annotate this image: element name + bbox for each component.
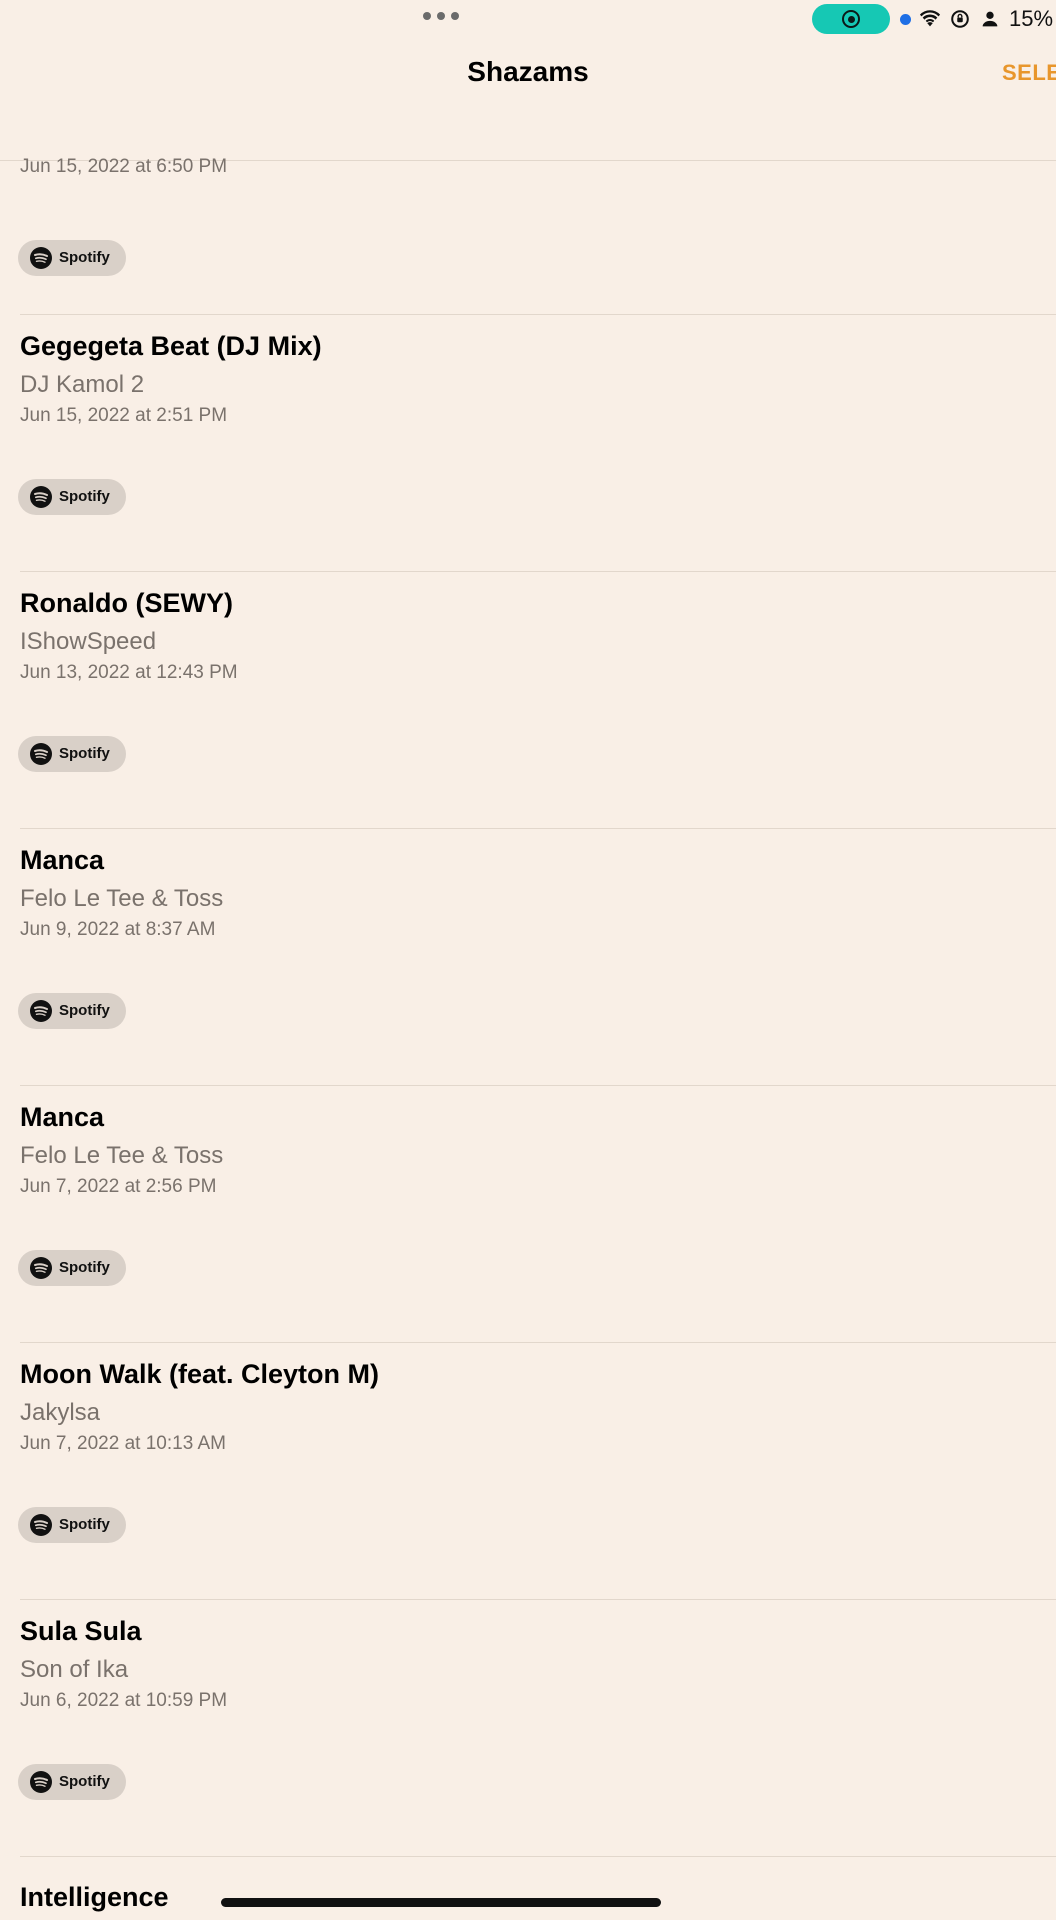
- song-title: Manca: [20, 1102, 105, 1132]
- artist-name: DJ Kamol 2: [20, 371, 145, 398]
- status-bar: 15%: [0, 0, 1056, 40]
- spotify-icon: [30, 743, 52, 765]
- list-item[interactable]: Sula Sula Son of Ika Jun 6, 2022 at 10:5…: [0, 1600, 1056, 1857]
- spotify-button[interactable]: Spotify: [18, 240, 126, 276]
- spotify-button[interactable]: Spotify: [18, 736, 126, 772]
- list-item[interactable]: Gegegeta Beat (DJ Mix) DJ Kamol 2 Jun 15…: [0, 315, 1056, 572]
- spotify-button[interactable]: Spotify: [18, 993, 126, 1029]
- item-date: Jun 9, 2022 at 8:37 AM: [20, 919, 216, 940]
- navigation-bar: Shazams SELE: [0, 44, 1056, 102]
- spotify-icon: [30, 1257, 52, 1279]
- song-title: Moon Walk (feat. Cleyton M): [20, 1359, 379, 1389]
- artist-name: Son of Ika: [20, 1656, 129, 1683]
- spotify-icon: [30, 1771, 52, 1793]
- page-title: Shazams: [467, 56, 589, 87]
- item-date: Jun 7, 2022 at 10:13 AM: [20, 1433, 226, 1454]
- item-date: Jun 15, 2022 at 2:51 PM: [20, 405, 228, 426]
- spotify-label: Spotify: [59, 1773, 110, 1790]
- list-item[interactable]: Manca Felo Le Tee & Toss Jun 9, 2022 at …: [0, 829, 1056, 1086]
- orientation-lock-icon: [951, 10, 969, 28]
- spotify-label: Spotify: [59, 1002, 110, 1019]
- home-indicator[interactable]: [221, 1898, 661, 1907]
- spotify-button[interactable]: Spotify: [18, 479, 126, 515]
- screen-record-indicator[interactable]: [812, 4, 890, 34]
- person-icon: [982, 11, 998, 27]
- spotify-label: Spotify: [59, 1259, 110, 1276]
- spotify-button[interactable]: Spotify: [18, 1250, 126, 1286]
- song-title: Gegegeta Beat (DJ Mix): [20, 331, 322, 361]
- row-divider: [20, 1856, 1056, 1857]
- song-title[interactable]: Intelligence: [20, 1882, 169, 1913]
- song-title: Manca: [20, 845, 105, 875]
- item-date: Jun 6, 2022 at 10:59 PM: [20, 1690, 228, 1711]
- list-item[interactable]: Jun 15, 2022 at 6:50 PM Spotify: [0, 151, 1056, 315]
- select-button[interactable]: SELE: [1002, 60, 1056, 86]
- spotify-label: Spotify: [59, 488, 110, 505]
- artist-name: Jakylsa: [20, 1399, 101, 1426]
- list-item[interactable]: Moon Walk (feat. Cleyton M) Jakylsa Jun …: [0, 1343, 1056, 1600]
- spotify-button[interactable]: Spotify: [18, 1764, 126, 1800]
- item-date: Jun 7, 2022 at 2:56 PM: [20, 1176, 217, 1197]
- spotify-label: Spotify: [59, 745, 110, 762]
- spotify-icon: [30, 486, 52, 508]
- battery-percentage: 15%: [1009, 6, 1054, 31]
- spotify-icon: [30, 1514, 52, 1536]
- wifi-icon: [919, 10, 941, 27]
- artist-name: Felo Le Tee & Toss: [20, 1142, 224, 1169]
- spotify-icon: [30, 1000, 52, 1022]
- spotify-icon: [30, 247, 52, 269]
- song-title: Sula Sula: [20, 1616, 142, 1646]
- screen-record-icon: [842, 10, 860, 28]
- spotify-button[interactable]: Spotify: [18, 1507, 126, 1543]
- spotify-label: Spotify: [59, 249, 110, 266]
- song-title: Ronaldo (SEWY): [20, 588, 233, 618]
- list-item[interactable]: Ronaldo (SEWY) IShowSpeed Jun 13, 2022 a…: [0, 572, 1056, 829]
- multitasking-dots-icon[interactable]: [423, 12, 459, 20]
- item-date: Jun 15, 2022 at 6:50 PM: [20, 156, 228, 177]
- list-item[interactable]: Manca Felo Le Tee & Toss Jun 7, 2022 at …: [0, 1086, 1056, 1343]
- item-date: Jun 13, 2022 at 12:43 PM: [20, 662, 238, 683]
- spotify-label: Spotify: [59, 1516, 110, 1533]
- artist-name: Felo Le Tee & Toss: [20, 885, 224, 912]
- location-dot-icon: [900, 13, 911, 25]
- artist-name: IShowSpeed: [20, 628, 157, 655]
